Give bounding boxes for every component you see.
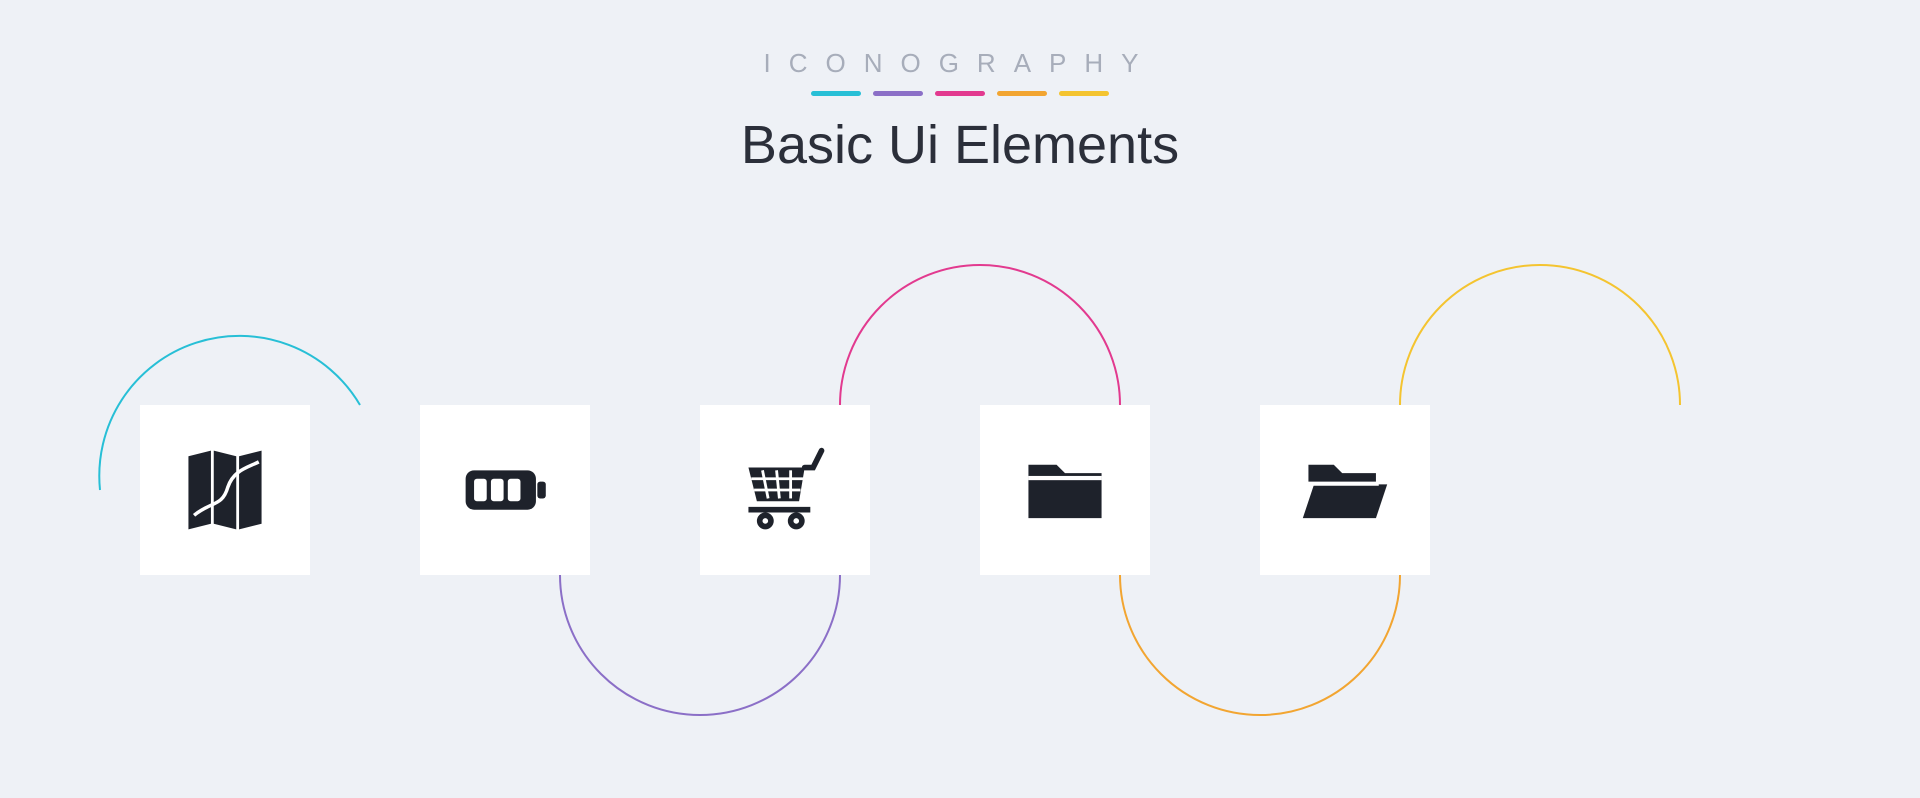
icon-card-battery (420, 405, 590, 575)
map-icon (180, 445, 270, 535)
icon-card-folder-open (1260, 405, 1430, 575)
shopping-cart-icon (740, 445, 830, 535)
icon-row (0, 0, 1920, 798)
battery-icon (460, 445, 550, 535)
icon-card-cart (700, 405, 870, 575)
folder-icon (1020, 445, 1110, 535)
stage: ICONOGRAPHY Basic Ui Elements (0, 0, 1920, 798)
icon-card-folder (980, 405, 1150, 575)
icon-card-map (140, 405, 310, 575)
folder-open-icon (1300, 445, 1390, 535)
